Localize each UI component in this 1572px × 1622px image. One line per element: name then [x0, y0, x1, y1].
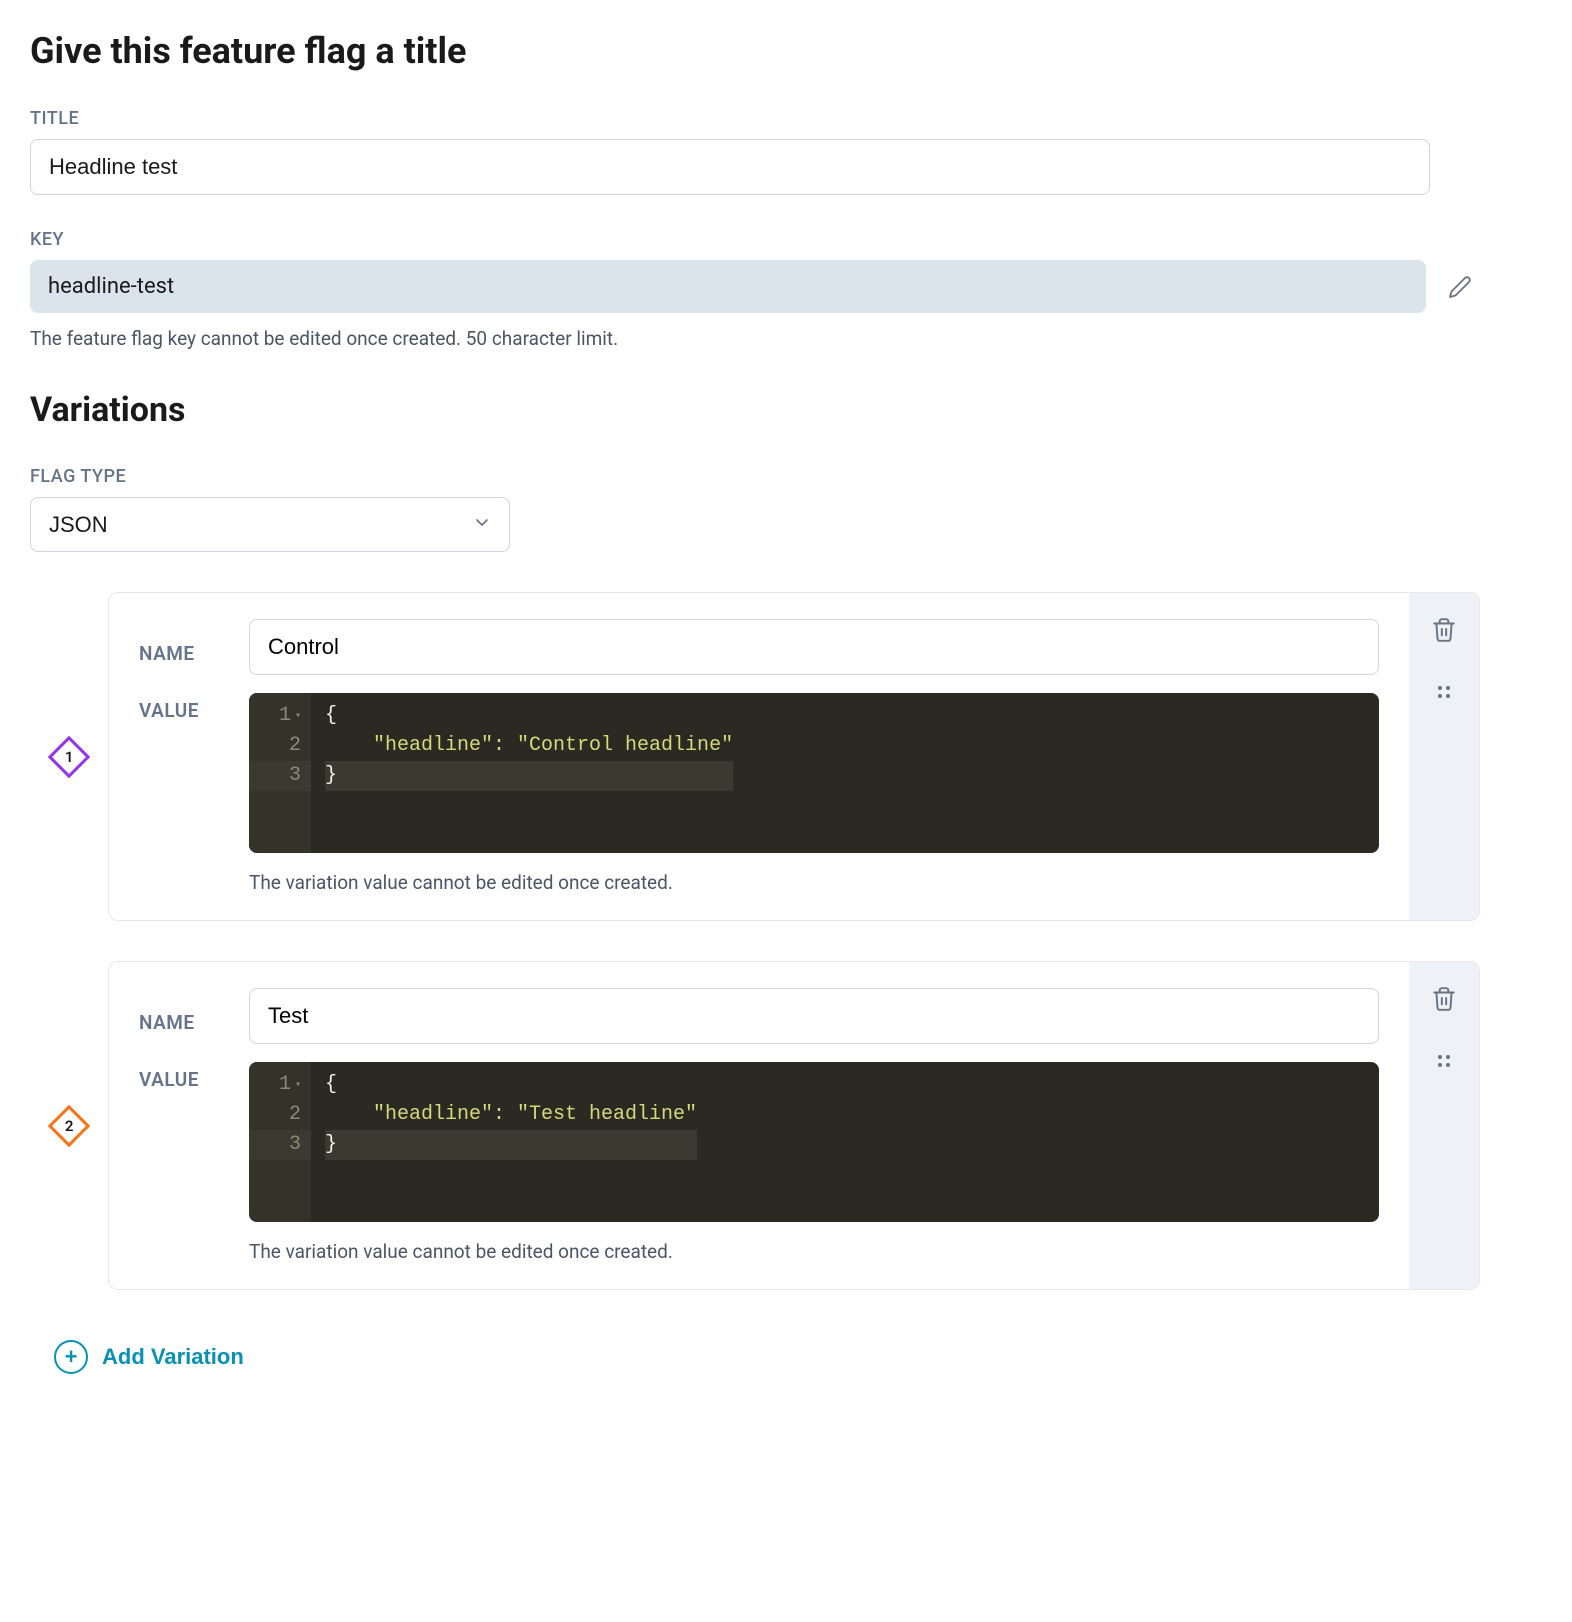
value-label: VALUE [139, 1062, 219, 1091]
value-help-text: The variation value cannot be edited onc… [249, 871, 1379, 894]
edit-key-button[interactable] [1440, 267, 1480, 307]
page-heading: Give this feature flag a title [30, 30, 1480, 72]
plus-circle-icon: + [54, 1340, 88, 1374]
title-input[interactable] [30, 139, 1430, 195]
key-help-text: The feature flag key cannot be edited on… [30, 327, 1480, 350]
drag-handle[interactable] [1430, 678, 1458, 713]
value-label: VALUE [139, 693, 219, 722]
editor-gutter: 1▾ 2 3 [249, 693, 311, 853]
variation-row: 2 NAME VALUE 1▾ 2 3 [30, 961, 1480, 1290]
variation-badge: 2 [48, 1104, 90, 1146]
key-label: KEY [30, 229, 1480, 250]
flag-type-select[interactable]: JSON [30, 497, 510, 552]
pencil-icon [1448, 275, 1472, 299]
drag-handle[interactable] [1430, 1047, 1458, 1082]
variation-row: 1 NAME VALUE 1▾ 2 3 [30, 592, 1480, 921]
variation-card: NAME VALUE 1▾ 2 3 { [108, 592, 1480, 921]
flag-type-label: FLAG TYPE [30, 466, 1480, 487]
drag-icon [1434, 682, 1454, 706]
variation-name-input[interactable] [249, 619, 1379, 675]
variation-badge: 1 [48, 735, 90, 777]
title-label: TITLE [30, 108, 1480, 129]
add-variation-button[interactable]: + Add Variation [54, 1330, 244, 1384]
editor-gutter: 1▾ 2 3 [249, 1062, 311, 1222]
variations-heading: Variations [30, 390, 1480, 430]
variation-name-input[interactable] [249, 988, 1379, 1044]
trash-icon [1431, 986, 1457, 1012]
delete-variation-button[interactable] [1427, 982, 1461, 1019]
value-help-text: The variation value cannot be edited onc… [249, 1240, 1379, 1263]
editor-content: { "headline": "Control headline" } [311, 693, 747, 853]
drag-icon [1434, 1051, 1454, 1075]
trash-icon [1431, 617, 1457, 643]
delete-variation-button[interactable] [1427, 613, 1461, 650]
name-label: NAME [139, 999, 219, 1034]
variation-card: NAME VALUE 1▾ 2 3 { [108, 961, 1480, 1290]
key-value: headline-test [30, 260, 1426, 313]
editor-content: { "headline": "Test headline" } [311, 1062, 711, 1222]
json-editor[interactable]: 1▾ 2 3 { "headline": "Control headline" … [249, 693, 1379, 853]
json-editor[interactable]: 1▾ 2 3 { "headline": "Test headline" } [249, 1062, 1379, 1222]
name-label: NAME [139, 630, 219, 665]
